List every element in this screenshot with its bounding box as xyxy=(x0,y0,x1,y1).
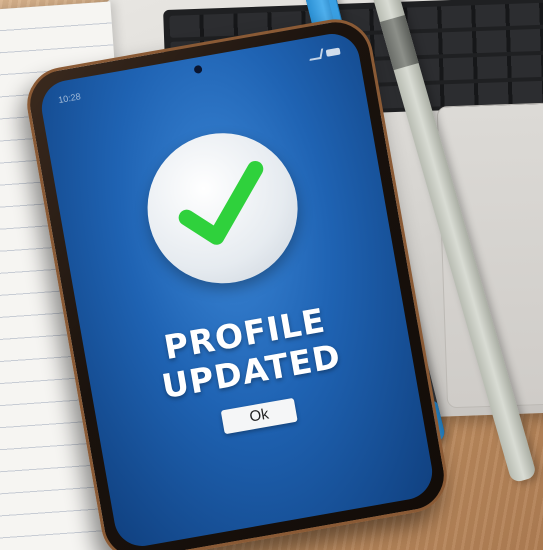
status-icons xyxy=(309,46,341,61)
battery-icon xyxy=(325,47,341,57)
ok-button[interactable]: Ok xyxy=(220,397,298,435)
status-time: 10:28 xyxy=(57,91,82,106)
success-badge xyxy=(135,121,310,296)
wifi-icon xyxy=(309,48,324,61)
checkmark-icon xyxy=(178,160,264,245)
photo-scene: 10:28 PROFILE UPDATED Ok xyxy=(0,0,543,550)
profile-updated-message: PROFILE UPDATED xyxy=(83,288,413,419)
